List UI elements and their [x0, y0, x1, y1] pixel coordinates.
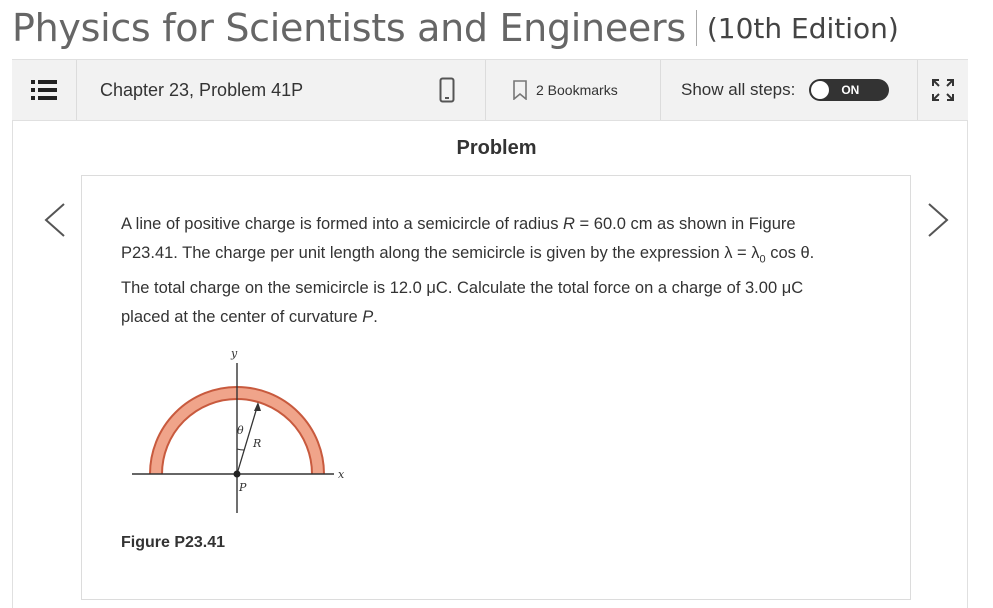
- show-steps-control: Show all steps: ON: [681, 60, 890, 120]
- toolbar-divider: [76, 60, 77, 120]
- problem-card: A line of positive charge is formed into…: [81, 175, 911, 600]
- title-divider: [695, 10, 697, 46]
- variable-P: P: [362, 308, 374, 327]
- problem-statement: A line of positive charge is formed into…: [121, 210, 881, 332]
- center-point-P: [233, 470, 241, 478]
- angle-label-theta: θ: [237, 424, 244, 437]
- chevron-left-icon[interactable]: [40, 200, 70, 240]
- variable-R: R: [563, 215, 575, 233]
- problem-text: placed at the center of curvature: [121, 308, 363, 327]
- point-label-P: P: [238, 481, 247, 494]
- book-title: Physics for Scientists and Engineers (10…: [12, 4, 899, 52]
- radius-label-R: R: [252, 437, 261, 450]
- problem-heading: Problem: [456, 137, 537, 159]
- problem-text: = 60.0 cm as shown in Figure: [574, 215, 796, 233]
- toolbar-divider: [485, 60, 486, 120]
- problem-text: A line of positive charge is formed into…: [121, 215, 564, 233]
- expand-arrows-icon[interactable]: [918, 60, 968, 120]
- problem-line-2: P23.41. The charge per unit length along…: [121, 239, 881, 274]
- show-steps-label: Show all steps:: [681, 80, 796, 99]
- problem-line-1: A line of positive charge is formed into…: [121, 210, 881, 239]
- chapter-problem-label: Chapter 23, Problem 41P: [100, 79, 304, 100]
- bookmark-icon: [513, 80, 527, 100]
- toggle-state-label: ON: [841, 83, 860, 97]
- figure-caption: Figure P23.41: [121, 534, 226, 551]
- problem-text: cos θ.: [765, 244, 815, 262]
- theta-arc: [236, 448, 245, 451]
- book-title-text: Physics for Scientists and Engineers: [12, 6, 686, 50]
- toggle-knob: [811, 81, 830, 99]
- mobile-device-icon[interactable]: [432, 60, 462, 120]
- semicircle-charge-figure: y x θ R P: [132, 347, 345, 513]
- book-edition: (10th Edition): [706, 11, 899, 45]
- problem-line-4: placed at the center of curvature P.: [121, 303, 881, 332]
- list-icon[interactable]: [12, 60, 76, 120]
- bookmarks-button[interactable]: 2 Bookmarks: [512, 60, 618, 120]
- chevron-right-icon[interactable]: [923, 200, 953, 240]
- toolbar-divider: [660, 60, 661, 120]
- problem-line-3: The total charge on the semicircle is 12…: [121, 279, 804, 298]
- problem-text: P23.41. The charge per unit length along…: [121, 244, 760, 262]
- show-steps-toggle[interactable]: ON: [809, 79, 890, 101]
- axis-label-y: y: [230, 347, 238, 360]
- axis-label-x: x: [338, 468, 345, 481]
- bookmarks-count-label: 2 Bookmarks: [536, 82, 618, 98]
- problem-text: .: [373, 308, 378, 327]
- problem-toolbar: Chapter 23, Problem 41P 2 Bookmarks Show…: [12, 59, 968, 121]
